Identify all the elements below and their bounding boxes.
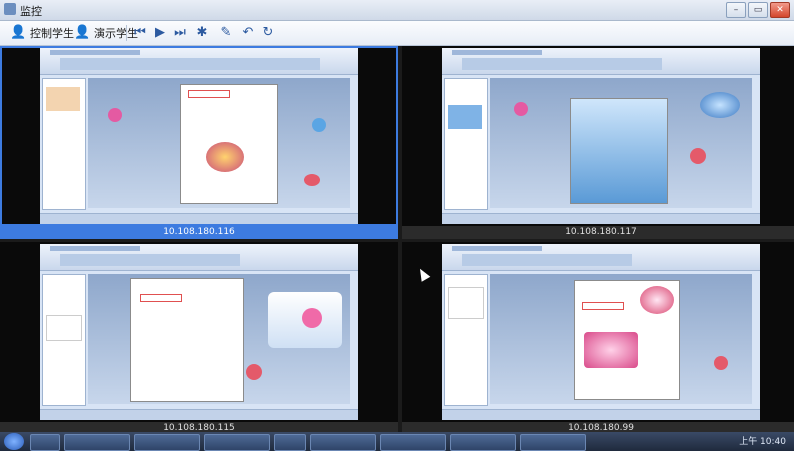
title-bar: 监控 – ▭ ✕ xyxy=(0,0,794,21)
play-button[interactable]: ▶ xyxy=(152,24,168,42)
taskbar-app[interactable] xyxy=(64,434,130,451)
play-icon: ▶ xyxy=(155,25,165,40)
settings-button[interactable]: ✱ xyxy=(194,24,210,42)
restore-icon[interactable]: ▭ xyxy=(748,2,768,18)
student-screen-1[interactable]: 10.108.180.116 xyxy=(0,46,398,239)
taskbar-app[interactable] xyxy=(450,434,516,451)
toolbar-separator xyxy=(126,25,127,41)
next-button[interactable]: ⏭ xyxy=(172,24,188,42)
taskbar-app[interactable] xyxy=(380,434,446,451)
screen-preview xyxy=(0,46,398,226)
start-button-icon[interactable] xyxy=(4,433,24,450)
taskbar: 上午 10:40 xyxy=(0,432,794,451)
user-demo-icon: 👤 xyxy=(74,25,91,40)
screen-ip-label: 10.108.180.117 xyxy=(402,226,794,239)
refresh-icon: ↻ xyxy=(262,25,274,40)
screen-preview xyxy=(0,242,398,422)
student-screen-2[interactable]: 10.108.180.117 xyxy=(402,46,794,239)
refresh-button[interactable]: ↻ xyxy=(260,24,276,42)
screen-preview xyxy=(402,242,794,422)
minimize-icon[interactable]: – xyxy=(726,2,746,18)
control-student-label: 控制学生 xyxy=(30,27,74,40)
settings-icon: ✱ xyxy=(196,25,208,40)
taskbar-app[interactable] xyxy=(520,434,586,451)
taskbar-app[interactable] xyxy=(204,434,270,451)
next-icon: ⏭ xyxy=(174,25,186,40)
tool-button[interactable]: ✎ xyxy=(218,24,234,42)
control-student-button[interactable]: 👤 控制学生 xyxy=(10,24,74,42)
student-screen-3[interactable]: 10.108.180.115 xyxy=(0,242,398,435)
taskbar-app[interactable] xyxy=(310,434,376,451)
demo-student-button[interactable]: 👤 演示学生 xyxy=(74,24,138,42)
taskbar-app[interactable] xyxy=(274,434,306,451)
user-control-icon: 👤 xyxy=(10,25,27,40)
toolbar: 👤 控制学生 👤 演示学生 ⏮ ▶ ⏭ ✱ ✎ ↶ ↻ xyxy=(0,21,794,46)
undo-button[interactable]: ↶ xyxy=(240,24,256,42)
close-icon[interactable]: ✕ xyxy=(770,2,790,18)
window-controls: – ▭ ✕ xyxy=(726,2,790,18)
student-screen-4[interactable]: 10.108.180.99 xyxy=(402,242,794,435)
presentation-app-thumbnail xyxy=(442,244,760,420)
tool-icon: ✎ xyxy=(220,25,232,40)
undo-icon: ↶ xyxy=(242,25,254,40)
presentation-app-thumbnail xyxy=(40,244,358,420)
taskbar-clock: 上午 10:40 xyxy=(739,437,786,447)
screen-grid: 10.108.180.116 10.108.180.117 10.108.180… xyxy=(0,46,794,435)
taskbar-app[interactable] xyxy=(30,434,60,451)
window-title: 监控 xyxy=(20,5,42,18)
monitor-icon xyxy=(4,3,16,15)
screen-ip-label: 10.108.180.116 xyxy=(0,226,398,239)
first-icon: ⏮ xyxy=(134,25,146,40)
presentation-app-thumbnail xyxy=(442,48,760,224)
presentation-app-thumbnail xyxy=(40,48,358,224)
taskbar-app[interactable] xyxy=(134,434,200,451)
first-button[interactable]: ⏮ xyxy=(132,24,148,42)
screen-preview xyxy=(402,46,794,226)
